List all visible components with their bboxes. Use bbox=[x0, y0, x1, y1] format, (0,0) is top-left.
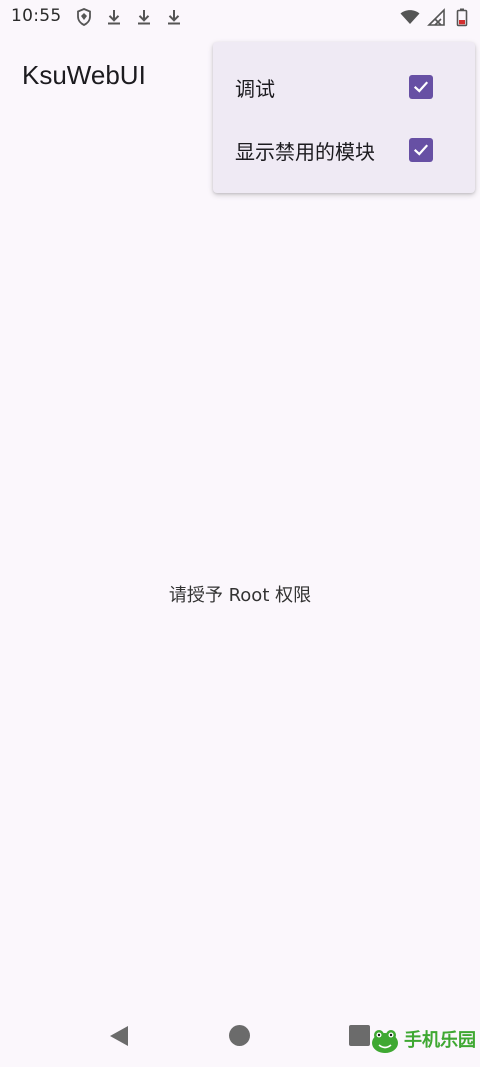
back-icon bbox=[110, 1026, 128, 1046]
status-bar: 10:55 bbox=[0, 0, 480, 34]
show-disabled-modules-checkbox[interactable] bbox=[409, 138, 433, 162]
screen: 10:55 KsuWebUI 请授予 Root 权限 调试 显示禁用的模块 手机… bbox=[0, 0, 480, 1067]
check-icon bbox=[413, 81, 429, 93]
root-permission-message: 请授予 Root 权限 bbox=[168, 585, 312, 606]
app-title: KsuWebUI bbox=[22, 60, 146, 90]
signal-icon bbox=[426, 7, 446, 27]
download-icon bbox=[104, 7, 124, 27]
download-icon bbox=[164, 7, 184, 27]
home-button[interactable] bbox=[229, 1025, 250, 1046]
recents-button[interactable] bbox=[349, 1025, 370, 1046]
check-icon bbox=[413, 144, 429, 156]
shield-icon bbox=[74, 7, 94, 27]
menu-item-label: 显示禁用的模块 bbox=[235, 139, 375, 164]
menu-item-show-disabled-modules[interactable]: 显示禁用的模块 bbox=[213, 119, 475, 181]
status-notification-icons bbox=[74, 7, 184, 27]
debug-checkbox[interactable] bbox=[409, 75, 433, 99]
frog-logo-icon bbox=[372, 1030, 398, 1053]
menu-item-debug[interactable]: 调试 bbox=[213, 56, 475, 118]
wifi-icon bbox=[400, 7, 420, 27]
menu-item-label: 调试 bbox=[235, 76, 275, 101]
watermark-logo: 手机乐园 bbox=[370, 1026, 476, 1056]
status-time: 10:55 bbox=[11, 6, 62, 26]
battery-icon bbox=[452, 7, 472, 27]
back-button[interactable] bbox=[108, 1024, 130, 1048]
download-icon bbox=[134, 7, 154, 27]
status-system-icons bbox=[400, 7, 472, 27]
watermark-text: 手机乐园 bbox=[404, 1030, 476, 1051]
overflow-menu: 调试 显示禁用的模块 bbox=[213, 42, 475, 193]
